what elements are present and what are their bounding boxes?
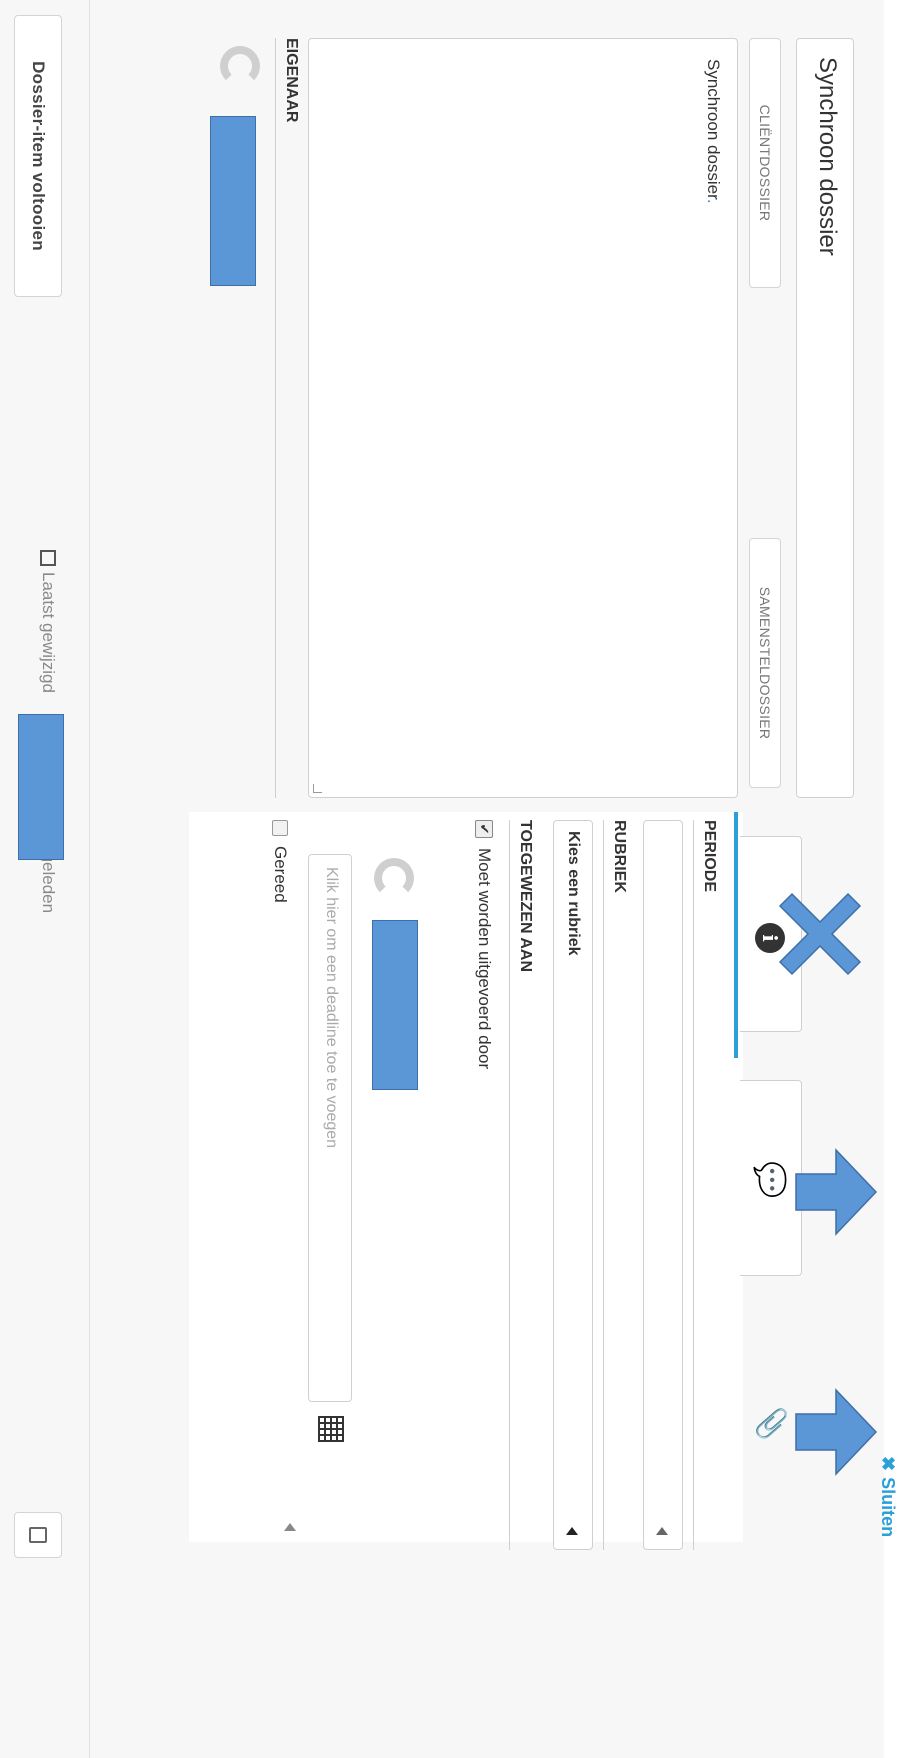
- periode-label: PERIODE: [701, 820, 718, 893]
- owner-divider: [275, 38, 276, 798]
- modifier-name-redacted: [18, 714, 64, 860]
- rubriek-divider: [603, 820, 604, 1550]
- description-editor[interactable]: Synchroon dossier.: [308, 38, 738, 798]
- description-text: Synchroon dossier.: [704, 59, 723, 204]
- must-execute-checkbox[interactable]: ✔: [475, 820, 493, 838]
- panel-scroll-arrow[interactable]: [284, 1523, 296, 1531]
- deadline-input[interactable]: Klik hier om een deadline toe te voegen: [308, 854, 352, 1402]
- footer-divider: [89, 0, 90, 1758]
- annotation-arrow-attachments: [795, 1388, 878, 1476]
- must-execute-row: ✔ Moet worden uitgevoerd door: [474, 820, 494, 1069]
- assignee-name-redacted: [372, 920, 418, 1090]
- owner-loading-spinner: [220, 46, 260, 86]
- paperclip-icon: 📎: [756, 1406, 787, 1441]
- resize-handle[interactable]: [313, 784, 322, 793]
- gereed-checkbox[interactable]: [272, 820, 288, 836]
- print-icon: [29, 1527, 47, 1543]
- annotation-arrow-comments: [795, 1148, 878, 1236]
- calendar-icon[interactable]: [318, 1416, 344, 1442]
- periode-dropdown-arrow: [656, 1527, 668, 1535]
- composite-dossier-button[interactable]: SAMENSTELDOSSIER: [749, 538, 781, 788]
- title-field-text: Synchroon dossier: [814, 57, 841, 256]
- periode-select[interactable]: [643, 820, 683, 1550]
- annotation-x-mark: [778, 892, 862, 976]
- toegewezen-label: TOEGEWEZEN AAN: [517, 820, 534, 973]
- deadline-placeholder: Klik hier om een deadline toe te voegen: [323, 867, 340, 1149]
- rubriek-label: RUBRIEK: [611, 820, 628, 893]
- active-tab-indicator: [734, 812, 738, 1058]
- rubriek-dropdown-arrow: [566, 1527, 578, 1535]
- title-field[interactable]: Synchroon dossier: [796, 38, 854, 798]
- complete-dossier-item-button[interactable]: Dossier-item voltooien: [14, 15, 62, 297]
- owner-label: EIGENAAR: [283, 38, 300, 123]
- toegewezen-divider: [509, 820, 510, 1550]
- owner-name-redacted: [210, 116, 256, 286]
- gereed-row: Gereed: [270, 820, 290, 903]
- assignee-loading-spinner: [374, 858, 414, 898]
- print-button[interactable]: [14, 1512, 62, 1558]
- rubriek-selected-value: Kies een rubriek: [565, 831, 582, 956]
- periode-divider: [693, 820, 694, 1550]
- rubriek-select[interactable]: Kies een rubriek: [553, 820, 593, 1550]
- client-dossier-button[interactable]: CLIËNTDOSSIER: [749, 38, 781, 288]
- comments-icon: 💬: [753, 1161, 786, 1199]
- calendar-edit-icon: [40, 550, 56, 566]
- dossier-item-screen: Synchroon dossier CLIËNTDOSSIER SAMENSTE…: [0, 0, 898, 1758]
